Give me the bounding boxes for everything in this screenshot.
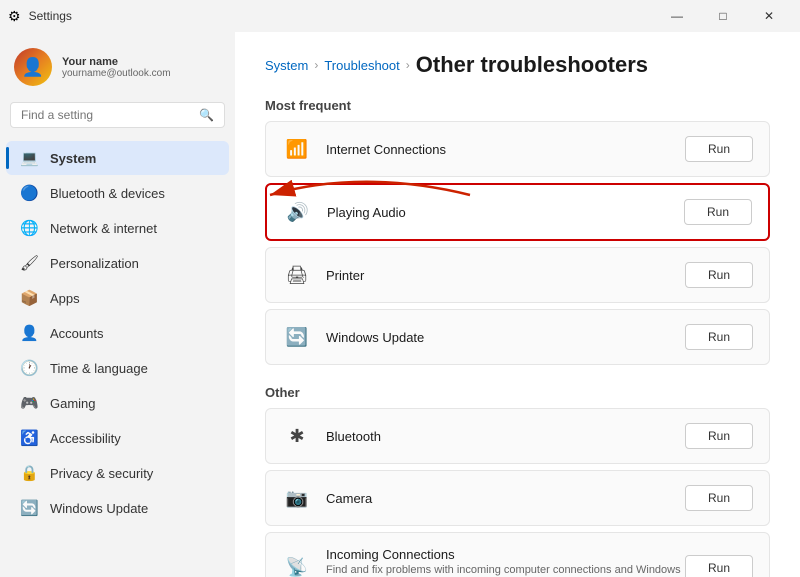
user-profile[interactable]: 👤 Your name yourname@outlook.com <box>0 40 235 102</box>
sidebar-item-personalization[interactable]: 🖌 Personalization <box>6 246 229 280</box>
sidebar-item-time[interactable]: 🕐 Time & language <box>6 351 229 385</box>
personalization-nav-icon: 🖌 <box>20 254 38 272</box>
nav-list: 💻 System 🔵 Bluetooth & devices 🌐 Network & in… <box>0 140 235 526</box>
ts-label-wrap-0-1: Playing Audio <box>327 205 684 220</box>
ts-icon-0-1: 🔊 <box>283 202 313 223</box>
ts-icon-0-0: 📶 <box>282 139 312 160</box>
breadcrumb-system[interactable]: System <box>265 58 308 73</box>
ts-label-wrap-1-0: Bluetooth <box>326 429 685 444</box>
sidebar-item-system[interactable]: 💻 System <box>6 141 229 175</box>
breadcrumb-current: Other troubleshooters <box>416 52 648 78</box>
ts-row-0-2: 🖨 PrinterRun <box>265 247 770 303</box>
ts-sublabel-1-2: Find and fix problems with incoming comp… <box>326 564 685 577</box>
ts-label-1-2: Incoming Connections <box>326 547 685 562</box>
sidebar-label-gaming: Gaming <box>50 396 96 411</box>
ts-label-wrap-0-0: Internet Connections <box>326 142 685 157</box>
windowsupdate-nav-icon: 🔄 <box>20 499 38 517</box>
sidebar-item-bluetooth[interactable]: 🔵 Bluetooth & devices <box>6 176 229 210</box>
title-bar: ⚙ Settings — □ ✕ <box>0 0 800 32</box>
avatar: 👤 <box>14 48 52 86</box>
ts-label-0-0: Internet Connections <box>326 142 685 157</box>
run-button-1-1[interactable]: Run <box>685 485 753 511</box>
apps-nav-icon: 📦 <box>20 289 38 307</box>
breadcrumb-sep-2: › <box>406 58 410 72</box>
ts-label-1-1: Camera <box>326 491 685 506</box>
run-button-1-0[interactable]: Run <box>685 423 753 449</box>
ts-row-1-2: 📡 Incoming Connections Find and fix proble… <box>265 532 770 577</box>
sidebar-label-apps: Apps <box>50 291 80 306</box>
ts-icon-0-3: 🔄 <box>282 327 312 348</box>
sidebar: 👤 Your name yourname@outlook.com 🔍 💻 Syst… <box>0 32 235 577</box>
section-header-1: Other <box>265 385 770 400</box>
ts-label-0-1: Playing Audio <box>327 205 684 220</box>
sidebar-label-network: Network & internet <box>50 221 157 236</box>
close-button[interactable]: ✕ <box>746 0 792 32</box>
ts-label-1-0: Bluetooth <box>326 429 685 444</box>
user-email: yourname@outlook.com <box>62 68 171 79</box>
sidebar-item-network[interactable]: 🌐 Network & internet <box>6 211 229 245</box>
maximize-button[interactable]: □ <box>700 0 746 32</box>
sidebar-label-accounts: Accounts <box>50 326 103 341</box>
network-nav-icon: 🌐 <box>20 219 38 237</box>
sidebar-label-bluetooth: Bluetooth & devices <box>50 186 165 201</box>
run-button-0-1[interactable]: Run <box>684 199 752 225</box>
system-nav-icon: 💻 <box>20 149 38 167</box>
title-bar-text: Settings <box>29 9 72 23</box>
minimize-button[interactable]: — <box>654 0 700 32</box>
gaming-nav-icon: 🎮 <box>20 394 38 412</box>
app-body: 👤 Your name yourname@outlook.com 🔍 💻 Syst… <box>0 32 800 577</box>
run-button-1-2[interactable]: Run <box>685 555 753 577</box>
search-box[interactable]: 🔍 <box>10 102 225 128</box>
ts-icon-0-2: 🖨 <box>282 265 312 286</box>
ts-row-0-0: 📶 Internet ConnectionsRun <box>265 121 770 177</box>
sidebar-item-privacy[interactable]: 🔒 Privacy & security <box>6 456 229 490</box>
privacy-nav-icon: 🔒 <box>20 464 38 482</box>
sidebar-label-windowsupdate: Windows Update <box>50 501 148 516</box>
sidebar-item-windowsupdate[interactable]: 🔄 Windows Update <box>6 491 229 525</box>
breadcrumb: System › Troubleshoot › Other troublesho… <box>265 52 770 78</box>
accounts-nav-icon: 👤 <box>20 324 38 342</box>
search-icon: 🔍 <box>199 108 214 122</box>
ts-label-wrap-0-3: Windows Update <box>326 330 685 345</box>
ts-row-0-1: 🔊 Playing AudioRun <box>265 183 770 241</box>
run-button-0-2[interactable]: Run <box>685 262 753 288</box>
breadcrumb-troubleshoot[interactable]: Troubleshoot <box>324 58 399 73</box>
time-nav-icon: 🕐 <box>20 359 38 377</box>
run-button-0-0[interactable]: Run <box>685 136 753 162</box>
sidebar-label-accessibility: Accessibility <box>50 431 121 446</box>
run-button-0-3[interactable]: Run <box>685 324 753 350</box>
sidebar-label-privacy: Privacy & security <box>50 466 153 481</box>
sidebar-item-accounts[interactable]: 👤 Accounts <box>6 316 229 350</box>
ts-row-0-3: 🔄 Windows UpdateRun <box>265 309 770 365</box>
settings-icon: ⚙ <box>8 8 21 25</box>
user-name: Your name <box>62 56 171 68</box>
sidebar-label-time: Time & language <box>50 361 148 376</box>
sidebar-label-personalization: Personalization <box>50 256 139 271</box>
title-bar-left: ⚙ Settings <box>8 8 72 25</box>
search-input[interactable] <box>21 108 193 122</box>
sections-container: Most frequent📶Internet ConnectionsRun🔊Pl… <box>265 98 770 577</box>
ts-label-0-3: Windows Update <box>326 330 685 345</box>
ts-row-1-0: ✱ BluetoothRun <box>265 408 770 464</box>
title-bar-controls: — □ ✕ <box>654 0 792 32</box>
ts-icon-1-0: ✱ <box>282 426 312 447</box>
main-content: System › Troubleshoot › Other troublesho… <box>235 32 800 577</box>
ts-label-wrap-1-1: Camera <box>326 491 685 506</box>
user-info: Your name yourname@outlook.com <box>62 56 171 79</box>
ts-label-wrap-0-2: Printer <box>326 268 685 283</box>
ts-icon-1-2: 📡 <box>282 557 312 577</box>
ts-label-wrap-1-2: Incoming Connections Find and fix problem… <box>326 547 685 577</box>
breadcrumb-sep-1: › <box>314 58 318 72</box>
ts-row-1-1: 📷 CameraRun <box>265 470 770 526</box>
section-header-0: Most frequent <box>265 98 770 113</box>
sidebar-item-accessibility[interactable]: ♿ Accessibility <box>6 421 229 455</box>
accessibility-nav-icon: ♿ <box>20 429 38 447</box>
bluetooth-nav-icon: 🔵 <box>20 184 38 202</box>
ts-icon-1-1: 📷 <box>282 488 312 509</box>
sidebar-item-gaming[interactable]: 🎮 Gaming <box>6 386 229 420</box>
sidebar-item-apps[interactable]: 📦 Apps <box>6 281 229 315</box>
sidebar-label-system: System <box>50 151 96 166</box>
ts-label-0-2: Printer <box>326 268 685 283</box>
